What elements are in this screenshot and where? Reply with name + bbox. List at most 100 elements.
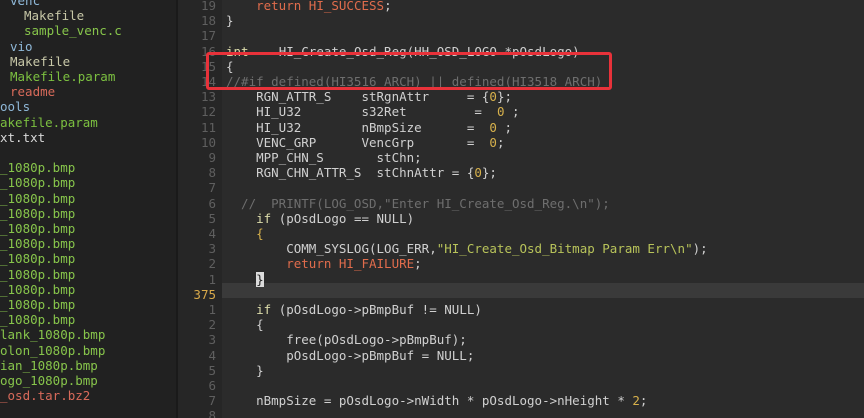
- tree-item[interactable]: _1080p.bmp: [0, 221, 75, 236]
- code-token: RGN_CHN_ATTR_S stChnAttr = {: [226, 165, 475, 181]
- code-line[interactable]: if (pOsdLogo->pBmpBuf != NULL): [226, 302, 482, 317]
- code-token: COMM_SYSLOG(LOG_ERR,: [226, 241, 437, 257]
- tree-item[interactable]: _1080p.bmp: [0, 251, 75, 266]
- line-number: 18: [200, 13, 216, 29]
- file-tree-panel[interactable]: venc Makefile sample_venc.c vio Makefile Make…: [0, 0, 176, 418]
- line-number: 6: [208, 195, 216, 211]
- line-number: 2: [208, 317, 216, 333]
- tree-item[interactable]: ogo_1080p.bmp: [0, 373, 98, 388]
- code-token: return: [286, 256, 332, 272]
- line-number: 17: [200, 28, 216, 44]
- tree-item[interactable]: xt.txt: [0, 130, 45, 145]
- code-token: nBmpSize = pOsdLogo->nWidth * pOsdLogo->…: [226, 393, 633, 409]
- code-token: 0: [489, 134, 497, 150]
- code-token: HI_FAILURE: [338, 256, 415, 272]
- code-token: ;: [496, 119, 512, 135]
- tree-item[interactable]: _1080p.bmp: [0, 175, 75, 190]
- code-token: MPP_CHN_S stChn;: [226, 150, 422, 165]
- code-line[interactable]: // PRINTF(LOG_OSD,"Enter HI_Create_Osd_R…: [226, 196, 610, 211]
- line-number: 7: [208, 180, 216, 196]
- tree-item[interactable]: _1080p.bmp: [0, 297, 75, 312]
- text-cursor: }: [256, 271, 264, 287]
- code-token: VENC_GRP VencGrp =: [226, 134, 490, 150]
- code-token: return: [256, 0, 302, 13]
- code-line[interactable]: HI_U32 nBmpSize = 0 ;: [226, 120, 512, 135]
- line-number: 6: [208, 378, 216, 393]
- code-line[interactable]: }: [226, 271, 264, 287]
- tree-item[interactable]: vio: [10, 39, 33, 54]
- code-line[interactable]: if (pOsdLogo == NULL): [226, 211, 414, 226]
- tree-item[interactable]: Makefile: [24, 8, 84, 23]
- code-token: RGN_ATTR_S stRgnAttr = {: [226, 89, 490, 105]
- tree-item[interactable]: _1080p.bmp: [0, 206, 75, 221]
- code-line[interactable]: {: [226, 317, 264, 332]
- code-token: };: [481, 165, 497, 181]
- code-token: };: [496, 89, 512, 105]
- code-line[interactable]: }: [226, 13, 234, 28]
- code-token: }: [226, 362, 264, 378]
- tree-item[interactable]: olon_1080p.bmp: [0, 343, 105, 358]
- line-number: 5: [208, 362, 216, 378]
- line-number: 19: [200, 0, 216, 13]
- code-token: ;: [504, 104, 520, 120]
- code-token: HI_U32 s32Ret =: [226, 104, 497, 120]
- code-token: {: [226, 317, 264, 333]
- code-token: HI_U32 nBmpSize =: [226, 119, 490, 135]
- code-token: );: [692, 241, 708, 257]
- tree-item[interactable]: readme: [10, 84, 55, 99]
- tree-item[interactable]: _1080p.bmp: [0, 236, 75, 251]
- code-token: (pOsdLogo->pBmpBuf != NULL): [271, 302, 482, 317]
- tree-item[interactable]: ools: [0, 99, 30, 114]
- code-token: ;: [496, 134, 505, 150]
- code-line[interactable]: MPP_CHN_S stChn;: [226, 150, 422, 165]
- tree-item[interactable]: Makefile: [10, 54, 70, 69]
- tree-item[interactable]: _1080p.bmp: [0, 191, 75, 206]
- code-token: 0: [474, 165, 482, 181]
- code-line[interactable]: RGN_CHN_ATTR_S stChnAttr = {0};: [226, 165, 497, 180]
- code-line[interactable]: return HI_FAILURE;: [226, 256, 421, 272]
- tree-item[interactable]: lank_1080p.bmp: [0, 327, 105, 342]
- tree-item[interactable]: Makefile.param: [10, 69, 115, 84]
- code-line[interactable]: HI_U32 s32Ret = 0 ;: [226, 104, 520, 120]
- line-number: 4: [208, 347, 216, 363]
- tree-item[interactable]: _1080p.bmp: [0, 282, 75, 297]
- tree-item[interactable]: venc: [10, 0, 40, 8]
- code-line[interactable]: }: [226, 363, 264, 378]
- code-token: 0: [489, 119, 497, 135]
- line-number: 13: [200, 89, 216, 105]
- editor-window: venc Makefile sample_venc.c vio Makefile Make…: [0, 0, 864, 418]
- tree-item[interactable]: akefile.param: [0, 115, 98, 130]
- tree-item[interactable]: _1080p.bmp: [0, 312, 75, 327]
- line-number: 1: [208, 302, 216, 317]
- tree-item[interactable]: _1080p.bmp: [0, 267, 75, 282]
- code-token: {: [256, 226, 264, 241]
- code-line[interactable]: RGN_ATTR_S stRgnAttr = {0};: [226, 89, 512, 104]
- code-line[interactable]: {: [226, 226, 264, 241]
- line-number: 1: [208, 271, 216, 287]
- code-token: (pOsdLogo == NULL): [271, 210, 415, 226]
- code-line[interactable]: nBmpSize = pOsdLogo->nWidth * pOsdLogo->…: [226, 393, 647, 408]
- code-token: 2: [632, 393, 640, 409]
- tree-item[interactable]: sample_venc.c: [24, 23, 122, 38]
- line-number: 4: [208, 226, 216, 241]
- code-token: // PRINTF(LOG_OSD,"Enter HI_Create_Osd_R…: [226, 195, 610, 211]
- code-line[interactable]: free(pOsdLogo->pBmpBuf);: [226, 332, 467, 347]
- code-line[interactable]: COMM_SYSLOG(LOG_ERR,"HI_Create_Osd_Bitma…: [226, 241, 708, 257]
- code-token: ;: [639, 393, 648, 409]
- code-line[interactable]: VENC_GRP VencGrp = 0;: [226, 135, 504, 150]
- tree-item[interactable]: ian_1080p.bmp: [0, 358, 98, 373]
- line-number: 2: [208, 256, 216, 272]
- line-number: 8: [208, 165, 216, 181]
- code-line[interactable]: return HI_SUCCESS;: [226, 0, 391, 13]
- tree-item[interactable]: _osd.tar.bz2: [0, 388, 90, 403]
- tree-item[interactable]: _1080p.bmp: [0, 160, 75, 175]
- line-number: 3: [208, 332, 216, 348]
- line-number: 375: [193, 286, 216, 302]
- code-line[interactable]: pOsdLogo->pBmpBuf = NULL;: [226, 348, 474, 363]
